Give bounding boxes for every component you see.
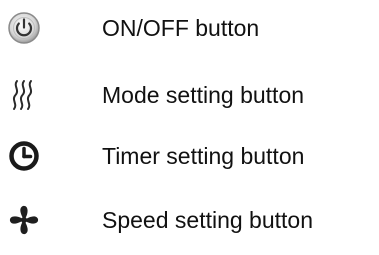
legend-label-timer: Timer setting button bbox=[102, 143, 305, 169]
legend-label-mode: Mode setting button bbox=[102, 82, 305, 108]
legend-label-speed: Speed setting button bbox=[102, 207, 313, 233]
legend-row-speed: Speed setting button bbox=[0, 200, 379, 240]
legend-row-mode: Mode setting button bbox=[0, 75, 379, 115]
legend-label-on-off: ON/OFF button bbox=[102, 15, 260, 41]
power-icon bbox=[6, 10, 42, 46]
fan-icon bbox=[6, 202, 42, 238]
legend-row-timer: Timer setting button bbox=[0, 136, 379, 176]
legend-row-on-off: ON/OFF button bbox=[0, 8, 379, 48]
mode-waves-icon bbox=[6, 77, 42, 113]
button-legend: ON/OFF button Mode setting button Timer … bbox=[0, 0, 379, 255]
clock-icon bbox=[6, 138, 42, 174]
